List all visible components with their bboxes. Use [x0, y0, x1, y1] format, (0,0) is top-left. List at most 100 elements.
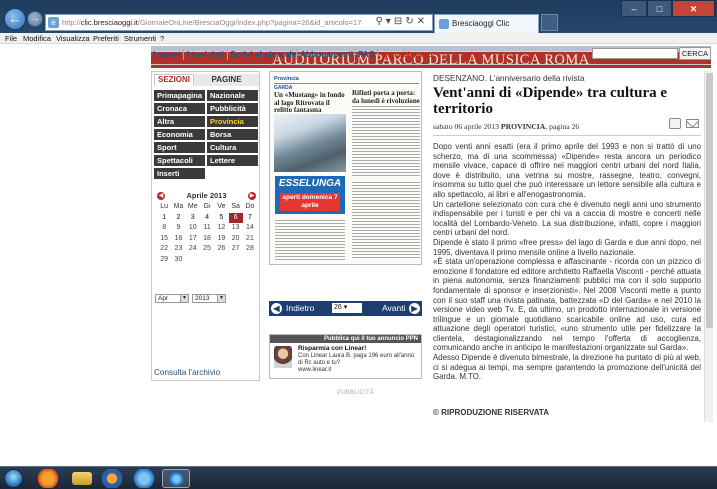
newspaper-page-thumbnail[interactable]: Provincia GARDA Un «Mustang» in fondo al… [269, 71, 422, 265]
search-input[interactable] [592, 48, 678, 59]
calendar-day[interactable]: 8 [157, 223, 171, 233]
menu-preferiti[interactable]: Preferiti [93, 34, 119, 43]
calendar-day[interactable]: 5 [214, 213, 228, 223]
section-item[interactable]: Provincia [207, 116, 258, 128]
calendar-day[interactable]: 9 [171, 223, 185, 233]
new-tab-button[interactable] [541, 14, 558, 31]
search-icon[interactable]: ⚲ [375, 16, 385, 27]
promo-box[interactable]: Pubblica qui il tuo annuncio PPN Risparm… [269, 334, 422, 379]
calendar-day[interactable]: 4 [200, 213, 214, 223]
print-icon[interactable] [669, 118, 681, 129]
year-select[interactable]: 2013 ▼ [192, 294, 226, 303]
calendar-day[interactable]: 11 [200, 223, 214, 233]
nav-faq[interactable]: FAQ [358, 49, 375, 59]
menu-file[interactable]: File [5, 34, 17, 43]
minimize-button[interactable]: – [621, 0, 647, 17]
page-select[interactable]: 26 ▾ [332, 303, 362, 313]
calendar-day[interactable]: 19 [214, 234, 228, 244]
nav-subscriptions[interactable]: Abbonamenti [300, 49, 353, 59]
calendar-day[interactable]: 22 [157, 244, 171, 254]
calendar-day[interactable]: 20 [229, 234, 243, 244]
calendar-weekday: Gi [203, 203, 211, 210]
tab-pagine[interactable]: PAGINE [194, 74, 259, 86]
maximize-button[interactable]: □ [647, 0, 672, 17]
archive-link[interactable]: Consulta l'archivio [154, 368, 220, 377]
section-item[interactable]: Primapagina [154, 90, 205, 102]
calendar-day[interactable]: 16 [171, 234, 185, 244]
calendar-day[interactable]: 21 [243, 234, 257, 244]
paper-section: Provincia [274, 76, 299, 82]
nav-write[interactable]: Scrivi al giornale [230, 49, 296, 59]
section-item[interactable]: Inserti [154, 168, 205, 180]
calendar-day[interactable]: 10 [186, 223, 200, 233]
nav-logout[interactable]: Logout [153, 49, 181, 59]
internet-explorer-active-icon[interactable] [162, 469, 190, 488]
dropdown-icon[interactable]: ▾ [386, 16, 394, 27]
back-button[interactable]: ← [4, 8, 26, 30]
section-item[interactable]: Sport [154, 142, 205, 154]
internet-explorer-icon[interactable] [130, 469, 158, 488]
compatibility-icon[interactable]: ⊟ [394, 16, 405, 27]
tab-sezioni[interactable]: SEZIONI [154, 74, 194, 86]
month-select[interactable]: Apr ▼ [155, 294, 189, 303]
section-item[interactable]: Spettacoli [154, 155, 205, 167]
calendar-day[interactable]: 25 [200, 244, 214, 254]
calendar-day[interactable]: 18 [200, 234, 214, 244]
calendar-day[interactable]: 1 [157, 213, 171, 223]
arrow-right-icon[interactable]: ▶ [409, 303, 420, 314]
calendar-day[interactable]: 29 [157, 255, 171, 265]
menu-strumenti[interactable]: Strumenti [124, 34, 156, 43]
calendar-day[interactable]: 13 [229, 223, 243, 233]
arrow-left-icon[interactable]: ◀ [271, 303, 282, 314]
calendar-day[interactable]: 17 [186, 234, 200, 244]
section-item[interactable]: Cultura [207, 142, 258, 154]
calendar-day[interactable]: 12 [214, 223, 228, 233]
nav-user-data[interactable]: I tuoi dati [187, 49, 224, 59]
prev-page-link[interactable]: Indietro [286, 303, 314, 313]
close-button[interactable]: ✕ [672, 0, 715, 17]
scrollbar[interactable] [704, 71, 713, 422]
section-item[interactable]: Cronaca [154, 103, 205, 115]
section-item[interactable]: Nazionale [207, 90, 258, 102]
section-item[interactable]: Pubblicità [207, 103, 258, 115]
folder-icon[interactable] [72, 472, 92, 485]
next-month-icon[interactable]: ▶ [248, 192, 256, 200]
section-item[interactable]: Economia [154, 129, 205, 141]
calendar-day[interactable]: 27 [229, 244, 243, 254]
calendar-day[interactable]: 6 [228, 212, 243, 223]
calendar-day[interactable]: 24 [186, 244, 200, 254]
menu-modifica[interactable]: Modifica [23, 34, 51, 43]
calendar-day[interactable]: 3 [186, 213, 200, 223]
menu-visualizza[interactable]: Visualizza [56, 34, 90, 43]
menu-help[interactable]: ? [160, 34, 164, 43]
refresh-icon[interactable]: ↻ [405, 16, 416, 27]
start-button-icon[interactable] [4, 469, 23, 488]
calendar-day[interactable]: 28 [243, 244, 257, 254]
prev-month-icon[interactable]: ◀ [157, 192, 165, 200]
promo-site[interactable]: www.linear.it [298, 367, 331, 373]
calendar-day[interactable]: 7 [243, 213, 257, 223]
scrollbar-thumb[interactable] [706, 73, 713, 328]
forward-button[interactable]: → [27, 11, 43, 27]
promo-title[interactable]: Risparmia con Linear! [298, 345, 366, 352]
address-url[interactable]: http://clic.bresciaoggi.it/GiornaleOnLin… [62, 18, 362, 27]
section-item[interactable]: Borsa [207, 129, 258, 141]
stop-icon[interactable]: ✕ [417, 16, 428, 27]
section-item[interactable]: Lettere [207, 155, 258, 167]
article-copyright: © RIPRODUZIONE RISERVATA [433, 408, 549, 417]
section-item[interactable]: Altra [154, 116, 205, 128]
calendar-day[interactable]: 26 [214, 244, 228, 254]
calendar-title: Aprile 2013 [186, 191, 227, 200]
mail-icon[interactable] [686, 119, 699, 128]
calendar-day[interactable]: 2 [171, 213, 185, 223]
media-player-icon[interactable] [98, 469, 126, 488]
calendar-day[interactable]: 23 [171, 244, 185, 254]
browser-tab[interactable]: Bresciaoggi Clic [434, 14, 539, 33]
address-bar[interactable]: e http://clic.bresciaoggi.it/GiornaleOnL… [45, 14, 433, 31]
next-page-link[interactable]: Avanti [382, 303, 405, 313]
firefox-icon[interactable] [34, 469, 62, 488]
calendar-day[interactable]: 15 [157, 234, 171, 244]
calendar-day[interactable]: 30 [171, 255, 185, 265]
search-button[interactable]: CERCA [679, 47, 711, 60]
calendar-day[interactable]: 14 [243, 223, 257, 233]
